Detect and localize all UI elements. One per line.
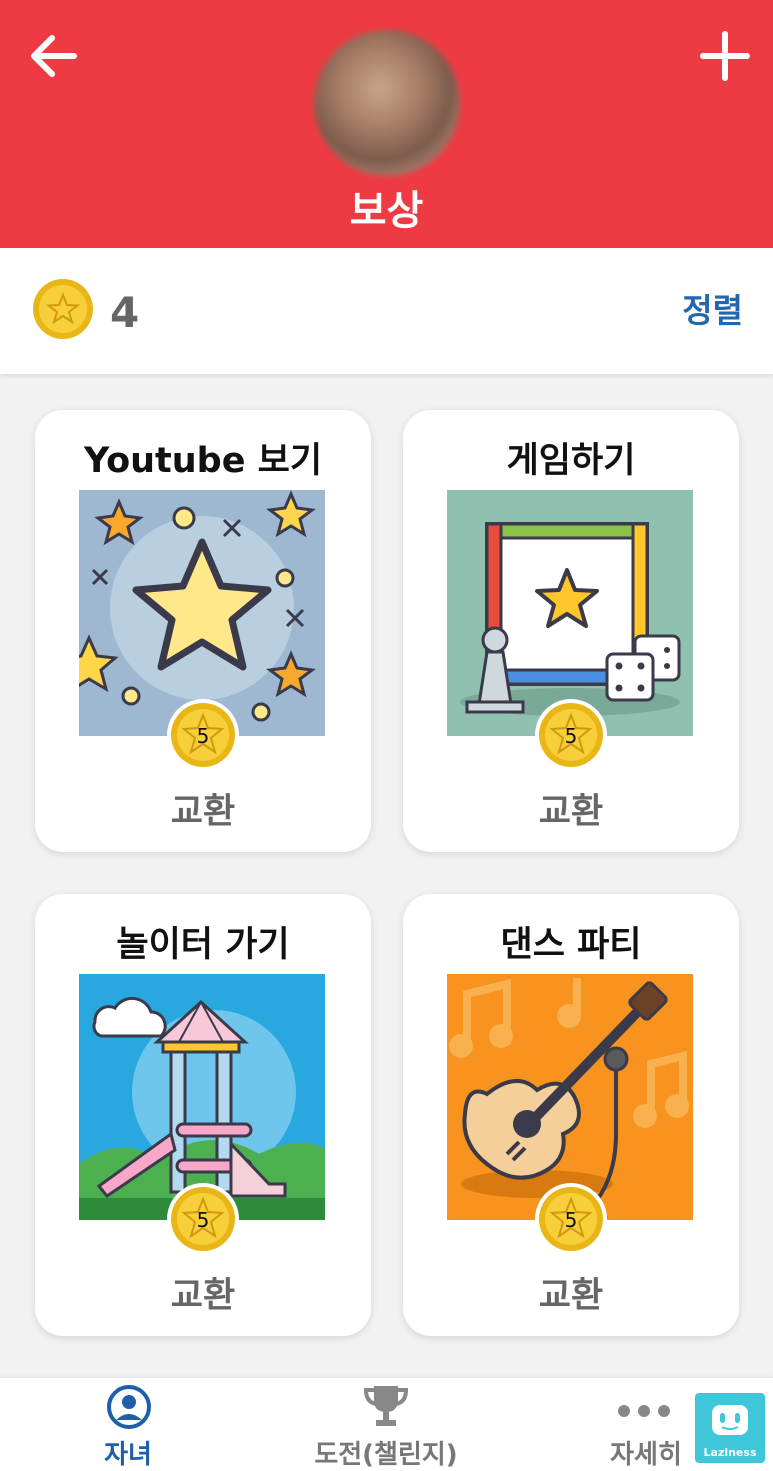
back-arrow-icon[interactable] xyxy=(26,28,82,84)
price-value: 5 xyxy=(197,1208,210,1232)
reward-card-game[interactable]: 게임하기 5 교환 xyxy=(403,410,739,852)
reward-name: 댄스 파티 xyxy=(500,925,642,965)
exchange-button[interactable]: 교환 xyxy=(403,1267,739,1318)
price-coin-badge: 5 xyxy=(534,698,608,772)
price-coin-badge: 5 xyxy=(166,1182,240,1256)
laziness-logo-icon xyxy=(712,1405,748,1435)
tab-more[interactable]: 자세히 xyxy=(598,1378,694,1471)
reward-card-dance-party[interactable]: 댄스 파티 5 교환 xyxy=(403,894,739,1336)
page-title: 보상 xyxy=(349,188,424,234)
laziness-badge[interactable]: Laziness xyxy=(695,1393,765,1463)
trophy-icon xyxy=(363,1386,409,1426)
price-value: 5 xyxy=(565,724,578,748)
reward-card-youtube[interactable]: Youtube 보기 5 교환 xyxy=(35,410,371,852)
price-coin-badge: 5 xyxy=(166,698,240,772)
tab-label: 자녀 xyxy=(104,1440,152,1470)
exchange-button[interactable]: 교환 xyxy=(403,783,739,834)
tab-children[interactable]: 자녀 xyxy=(68,1378,188,1471)
tab-label: 도전(챌린지) xyxy=(314,1440,458,1470)
star-coin-icon xyxy=(32,278,94,340)
price-value: 5 xyxy=(565,1208,578,1232)
price-coin-badge: 5 xyxy=(534,1182,608,1256)
tab-challenge[interactable]: 도전(챌린지) xyxy=(296,1378,476,1471)
bottom-tab-bar: 자녀 도전(챌린지) 자세히 xyxy=(0,1378,773,1471)
person-icon xyxy=(107,1385,151,1429)
tab-label: 자세히 xyxy=(610,1440,682,1470)
reward-card-playground[interactable]: 놀이터 가기 5 교환 xyxy=(35,894,371,1336)
coin-balance: 4 xyxy=(110,288,140,337)
more-dots-icon xyxy=(618,1405,670,1417)
balance-bar: 4 정렬 xyxy=(0,248,773,374)
reward-name: 놀이터 가기 xyxy=(116,925,290,965)
exchange-button[interactable]: 교환 xyxy=(35,1267,371,1318)
laziness-label: Laziness xyxy=(703,1446,757,1459)
reward-name: 게임하기 xyxy=(506,441,636,481)
sort-button[interactable]: 정렬 xyxy=(682,284,743,332)
header-bar: 보상 xyxy=(0,0,773,248)
add-plus-icon[interactable] xyxy=(697,28,753,84)
avatar[interactable] xyxy=(314,30,460,176)
reward-name: Youtube 보기 xyxy=(83,441,323,481)
price-value: 5 xyxy=(197,724,210,748)
exchange-button[interactable]: 교환 xyxy=(35,783,371,834)
